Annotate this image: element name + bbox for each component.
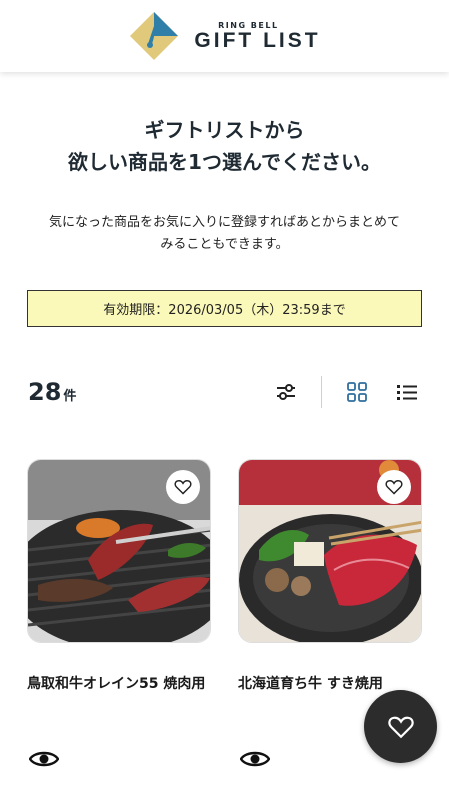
deadline-text: 有効期限：2026/03/05（木）23:59まで	[103, 303, 346, 318]
product-card[interactable]: 北海道育ち牛 すき焼用	[238, 459, 422, 767]
eye-icon	[28, 751, 60, 767]
heart-icon	[387, 716, 414, 738]
logo-mark-icon	[130, 12, 179, 60]
product-image-grilled-beef[interactable]	[27, 459, 211, 643]
toolbar-divider	[321, 376, 322, 408]
view-details-button[interactable]	[28, 749, 60, 773]
description-line-2: みることもできます。	[160, 237, 289, 252]
grid-view-button[interactable]	[343, 378, 371, 406]
deadline-banner: 有効期限：2026/03/05（木）23:59まで	[27, 290, 422, 327]
result-count: 28 件	[28, 378, 76, 406]
favorite-button[interactable]	[377, 470, 411, 504]
page-description: 気になった商品をお気に入りに登録すればあとからまとめて みることもできます。	[0, 212, 449, 256]
result-count-unit: 件	[63, 389, 77, 404]
product-image-sukiyaki[interactable]	[238, 459, 422, 643]
app-header: RING BELL GIFT LIST	[0, 0, 449, 72]
page-heading: ギフトリストから 欲しい商品を1つ選んでください。	[0, 114, 449, 178]
grid-view-icon	[347, 382, 367, 402]
description-line-1: 気になった商品をお気に入りに登録すればあとからまとめて	[48, 215, 400, 230]
list-view-icon	[397, 385, 417, 400]
result-count-number: 28	[28, 378, 62, 406]
product-title[interactable]: 鳥取和牛オレイン55 焼肉用	[27, 671, 211, 697]
gift-list-logo[interactable]: RING BELL GIFT LIST	[128, 10, 320, 62]
list-view-button[interactable]	[393, 378, 421, 406]
product-card[interactable]: 鳥取和牛オレイン55 焼肉用	[27, 459, 211, 767]
view-details-button[interactable]	[239, 749, 271, 773]
logo-title: GIFT LIST	[194, 29, 321, 52]
heart-outline-icon	[174, 480, 192, 495]
heading-line-1: ギフトリストから	[144, 118, 305, 142]
heart-outline-icon	[385, 480, 403, 495]
sliders-icon	[277, 384, 295, 400]
eye-icon	[239, 751, 271, 767]
heading-line-2: 欲しい商品を1つ選んでください。	[68, 150, 381, 174]
favorite-button[interactable]	[166, 470, 200, 504]
filter-button[interactable]	[272, 378, 300, 406]
favorites-fab-button[interactable]	[364, 690, 437, 763]
